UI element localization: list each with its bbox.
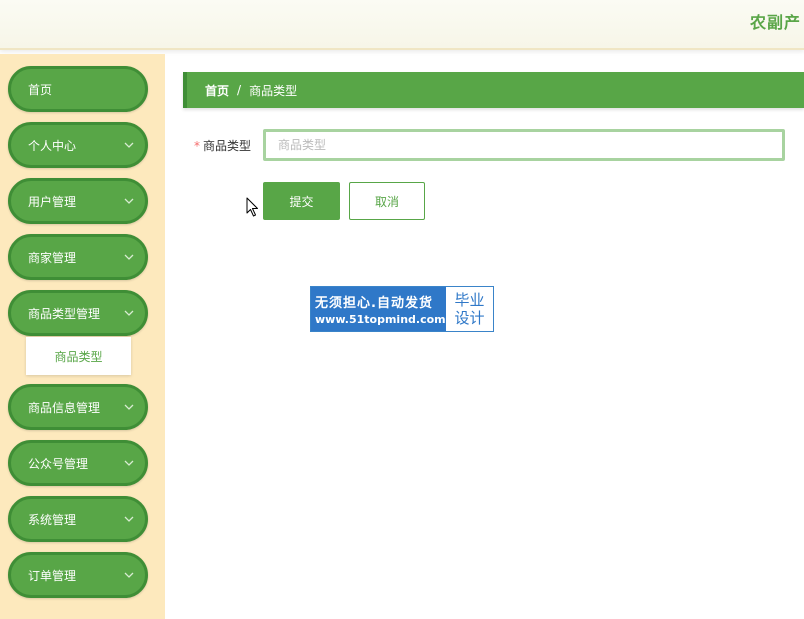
product-type-label: * 商品类型	[194, 137, 251, 154]
app-title: 农副产	[750, 13, 802, 32]
sidebar-item-label: 系统管理	[28, 512, 77, 527]
watermark-banner: 无须担心.自动发货 www.51topmind.com 毕业 设计	[310, 286, 494, 332]
sidebar-item-system-management[interactable]: 系统管理	[8, 496, 148, 542]
sidebar-item-label: 个人中心	[28, 138, 77, 153]
breadcrumb-current: 商品类型	[249, 83, 298, 98]
sidebar-item-product-type-management[interactable]: 商品类型管理	[8, 290, 148, 336]
chevron-down-icon	[124, 310, 134, 316]
chevron-down-icon	[124, 516, 134, 522]
submenu-item-product-type[interactable]: 商品类型	[26, 337, 131, 375]
breadcrumb-home-link[interactable]: 首页	[205, 82, 229, 99]
chevron-down-icon	[124, 198, 134, 204]
mouse-cursor-icon	[246, 197, 258, 217]
chevron-down-icon	[124, 460, 134, 466]
watermark-slogan: 无须担心.自动发货	[315, 296, 433, 311]
chevron-down-icon	[124, 404, 134, 410]
sidebar-item-label: 公众号管理	[28, 456, 89, 471]
breadcrumb: 首页 / 商品类型	[183, 72, 804, 108]
sidebar-item-order-management[interactable]: 订单管理	[8, 552, 148, 598]
watermark-tag-line2: 设计	[454, 309, 485, 327]
watermark-tag-line1: 毕业	[454, 291, 485, 309]
chevron-down-icon	[124, 572, 134, 578]
sidebar-item-personal-center[interactable]: 个人中心	[8, 122, 148, 168]
sidebar-item-home[interactable]: 首页	[8, 66, 148, 112]
sidebar-item-product-info-management[interactable]: 商品信息管理	[8, 384, 148, 430]
cancel-button[interactable]: 取消	[349, 182, 425, 220]
product-type-input[interactable]	[263, 129, 785, 161]
breadcrumb-separator: /	[237, 83, 242, 97]
product-type-label-text: 商品类型	[203, 139, 252, 153]
sidebar-item-label: 首页	[28, 82, 53, 97]
sidebar-item-label: 商品信息管理	[28, 400, 101, 415]
submit-button[interactable]: 提交	[263, 182, 340, 220]
sidebar-item-user-management[interactable]: 用户管理	[8, 178, 148, 224]
sidebar-item-label: 商品类型管理	[28, 306, 101, 321]
sidebar-item-label: 订单管理	[28, 568, 77, 583]
sidebar-item-merchant-management[interactable]: 商家管理	[8, 234, 148, 280]
required-mark: *	[194, 139, 200, 153]
sidebar-item-label: 用户管理	[28, 194, 77, 209]
sidebar-item-official-account-management[interactable]: 公众号管理	[8, 440, 148, 486]
sidebar-item-label: 商家管理	[28, 250, 77, 265]
chevron-down-icon	[124, 142, 134, 148]
chevron-down-icon	[124, 254, 134, 260]
top-header: 农副产	[0, 0, 804, 50]
watermark-url: www.51topmind.com	[315, 313, 446, 326]
